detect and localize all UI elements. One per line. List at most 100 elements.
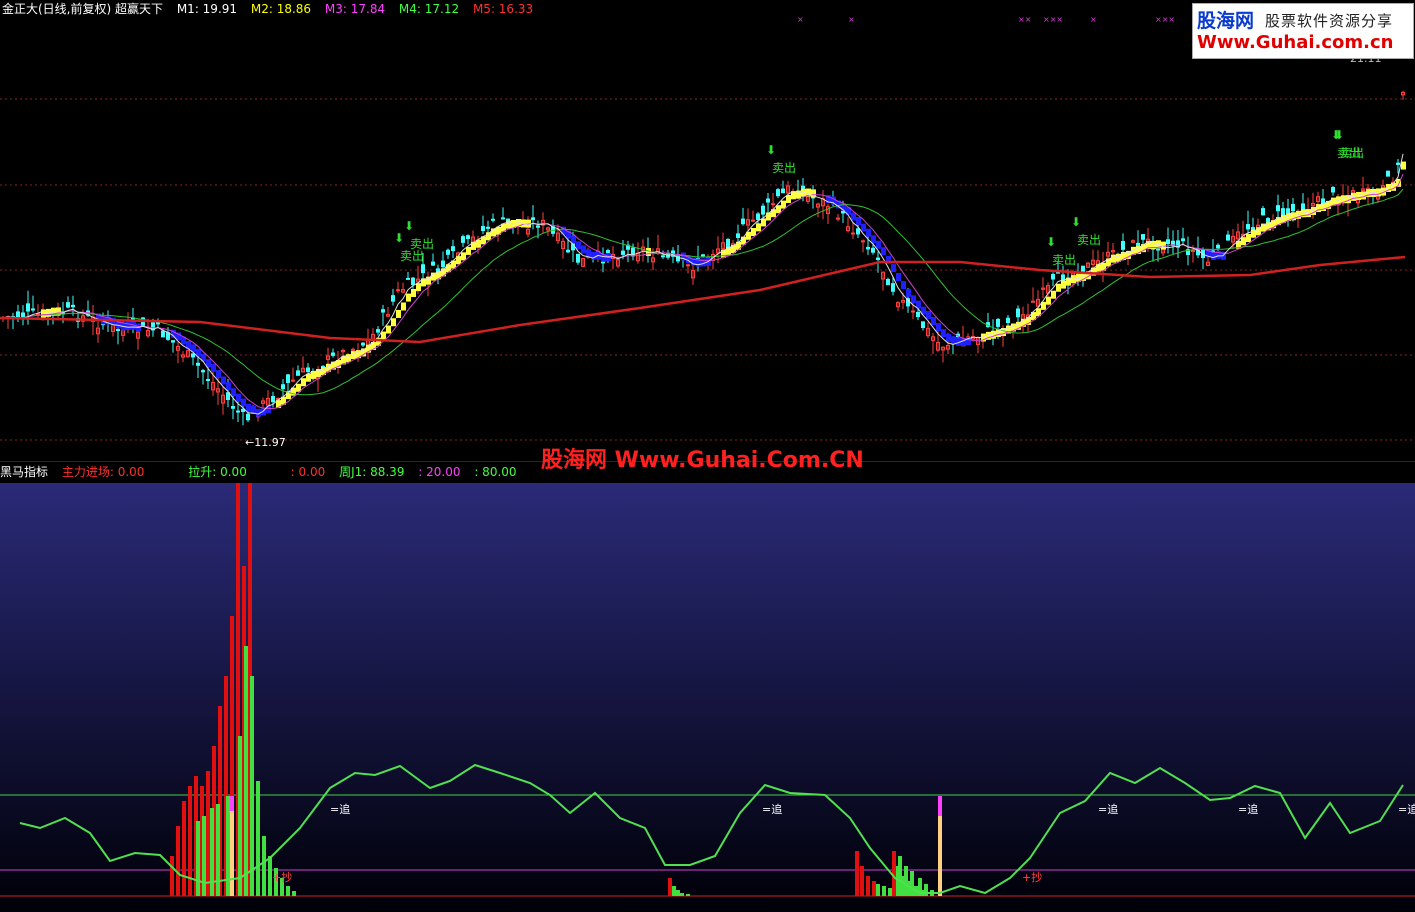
candle-body (1181, 238, 1185, 242)
indicator-bar (855, 851, 859, 896)
ribbon-segment (906, 288, 911, 297)
logo-brand: 股海网 (1197, 10, 1255, 32)
candle-body (766, 198, 770, 203)
indicator-bar (206, 771, 210, 896)
ma2-value: M2: 18.86 (250, 2, 312, 16)
price-chart[interactable]: ⬇卖出⬇卖出⬇卖出⬇卖出⬇卖出⬇卖出⬇卖出 × × ×× ××× × ××× ←11.… (0, 0, 1415, 462)
candle-body (391, 295, 395, 302)
candle-body (431, 261, 435, 266)
candle-body (481, 226, 485, 232)
ribbon-segment (1071, 275, 1076, 284)
ribbon-segment (1051, 290, 1056, 299)
candle-body (1246, 224, 1250, 230)
indicator-bar (680, 893, 684, 896)
ribbon-segment (461, 252, 466, 261)
candle-body (396, 289, 400, 292)
candle-body (856, 228, 860, 235)
candle-body (246, 413, 250, 421)
indicator-value-1: 主力进场: 0.00 (61, 465, 145, 479)
ribbon-segment (301, 378, 306, 387)
candle-body (1016, 308, 1020, 318)
indicator-bar (904, 866, 908, 896)
ribbon-segment (396, 309, 401, 318)
candle-body (921, 321, 925, 329)
indicator-panel[interactable]: =追 =追 =追 =追 =追 +抄 +抄 (0, 483, 1415, 912)
candle-body (781, 188, 785, 194)
candle-body (361, 342, 365, 346)
indicator-bar (876, 884, 880, 896)
ma5-value: M5: 16.33 (472, 2, 534, 16)
candle-body (66, 302, 70, 308)
indicator-bar (860, 866, 864, 896)
candle-body (851, 232, 855, 235)
candle-body (271, 396, 275, 403)
candle-body (331, 352, 335, 356)
indicator-bar (176, 826, 180, 896)
candle-body (566, 249, 570, 253)
indicator-bar (924, 884, 928, 896)
candle-body (1166, 239, 1170, 245)
ribbon-segment (466, 246, 471, 255)
indicator-bar (244, 646, 248, 896)
indicator-bar (938, 816, 942, 896)
candle-body (231, 406, 235, 409)
logo-tagline: 股票软件资源分享 (1265, 12, 1394, 30)
indicator-bar (686, 894, 690, 896)
ma-white-line (2, 153, 1404, 415)
indicator-bar (202, 816, 206, 896)
ribbon-segment (226, 382, 231, 391)
candle-body (871, 247, 875, 253)
candle-body (726, 238, 730, 248)
candle-body (701, 254, 705, 257)
stock-name: 金正大(日线,前复权) 超赢天下 (2, 2, 163, 16)
sell-arrow-icon: ⬇ (1046, 235, 1056, 249)
ribbon-segment (946, 333, 951, 342)
indicator-bar (238, 736, 242, 896)
indicator-title-bar: 黑马指标 主力进场: 0.00 拉升: 0.00 : 0.00 周J1: 88.… (0, 463, 527, 480)
candle-body (1191, 249, 1195, 252)
sell-label: 卖出 (400, 249, 424, 263)
candle-body (491, 218, 495, 221)
candle-body (1396, 162, 1400, 165)
ribbon-segment (861, 223, 866, 232)
indicator-bar (872, 881, 876, 896)
ribbon-segment (236, 393, 241, 402)
candle-body (241, 408, 245, 412)
ribbon-segment (931, 317, 936, 326)
ribbon-segment (1401, 161, 1406, 170)
svg-text:×: × (848, 15, 855, 24)
ribbon-segment (926, 310, 931, 319)
candle-body (531, 217, 535, 221)
ribbon-segment (1211, 251, 1216, 260)
candle-body (461, 236, 465, 243)
ribbon-segment (876, 240, 881, 249)
candle-body (1276, 205, 1280, 212)
candle-body (686, 264, 690, 267)
candle-body (286, 374, 290, 383)
ribbon-segment (991, 330, 996, 339)
svg-text:××: ×× (1018, 15, 1031, 24)
candle-body (741, 218, 745, 225)
candlestick-series (1, 90, 1405, 426)
ribbon-segment (246, 403, 251, 412)
ribbon-segment (751, 228, 756, 237)
candle-body (621, 250, 625, 255)
ribbon-segment (406, 293, 411, 302)
sell-label: 卖出 (410, 237, 434, 251)
candle-body (71, 304, 75, 308)
candle-body (381, 309, 385, 313)
indicator-bar (892, 851, 896, 896)
candle-body (996, 318, 1000, 327)
ribbon-segment (266, 405, 271, 414)
svg-text:×: × (1090, 15, 1097, 24)
sell-signal: ⬇ 卖出 (404, 219, 434, 251)
ribbon-segment (1256, 227, 1261, 236)
sell-signal: ⬇ 卖出 (1071, 215, 1101, 247)
ma1-value: M1: 19.91 (176, 2, 238, 16)
indicator-bar (910, 871, 914, 896)
top-markers: × × ×× ××× × ××× (797, 15, 1175, 24)
bottom-signal-2: +抄 (1022, 870, 1042, 884)
ribbon-segment (786, 195, 791, 204)
ribbon-segment (781, 200, 786, 209)
candle-body (191, 353, 195, 358)
